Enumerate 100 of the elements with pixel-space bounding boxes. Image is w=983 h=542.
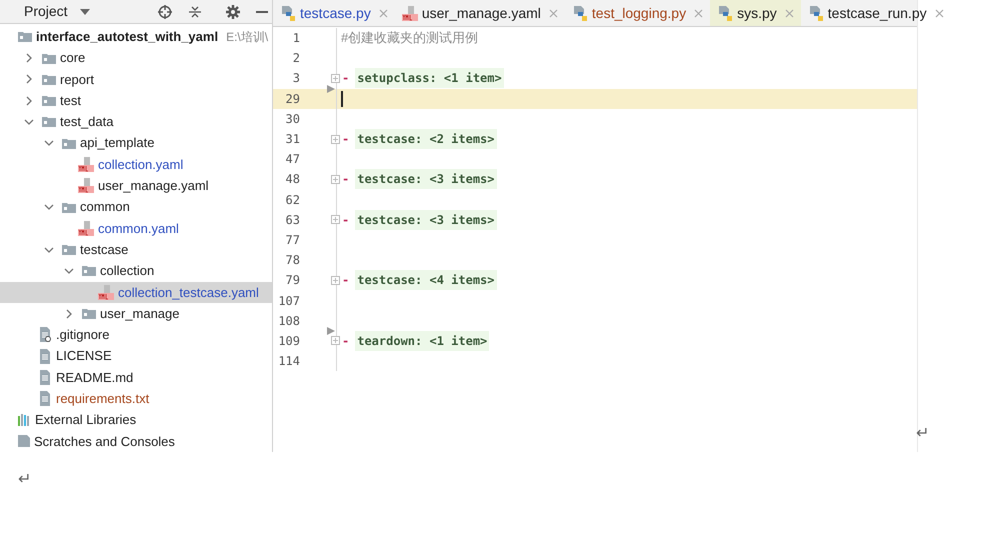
tree-item[interactable]: requirements.txt: [0, 388, 272, 410]
folder-icon: [82, 265, 96, 276]
tree-item[interactable]: LICENSE: [0, 346, 272, 367]
chevron-right-icon: [24, 74, 34, 84]
list-dash: -: [342, 131, 350, 148]
paragraph-mark: ↵: [916, 424, 929, 444]
line-number: 30: [284, 110, 301, 128]
chevron-down-icon: [44, 246, 54, 254]
fold-icon[interactable]: [331, 276, 340, 285]
python-file-icon: [717, 6, 734, 20]
tree-item[interactable]: Scratches and Consoles: [0, 430, 272, 452]
chevron-down-icon: [44, 203, 54, 212]
folder-icon: [18, 31, 32, 42]
yaml-file-icon: [402, 6, 418, 20]
folder-icon: [42, 116, 56, 128]
line-number: 79: [284, 272, 301, 290]
chevron-down-icon: [64, 266, 74, 275]
crosshair-icon[interactable]: [158, 4, 172, 19]
line-number: 47: [284, 151, 301, 168]
close-icon[interactable]: [784, 8, 794, 18]
tree-item[interactable]: report: [0, 68, 272, 90]
folded-code[interactable]: testcase: <2 items>: [355, 129, 497, 150]
close-icon[interactable]: [694, 8, 704, 18]
line-number: 31: [284, 131, 301, 148]
fold-icon[interactable]: [331, 74, 340, 83]
line-number: 109: [277, 332, 301, 350]
yaml-file-icon: [78, 178, 94, 194]
list-dash: -: [342, 212, 350, 229]
line-number: 108: [277, 312, 301, 330]
yaml-file-icon: [98, 284, 114, 300]
scratch-icon: [18, 435, 30, 448]
line-number: 3: [292, 70, 301, 88]
python-file-icon: [808, 6, 824, 20]
tree-item[interactable]: External Libraries: [0, 409, 272, 431]
folder-icon: [62, 202, 76, 213]
chevron-right-icon: [64, 308, 74, 319]
tree-item[interactable]: user_manage.yaml: [0, 175, 272, 196]
folder-icon: [62, 138, 76, 149]
folded-code[interactable]: testcase: <3 items>: [355, 169, 497, 190]
editor-tab[interactable]: testcase_run.py: [800, 0, 951, 26]
paragraph-mark: ↵: [18, 470, 31, 490]
tree-item[interactable]: collection: [0, 260, 272, 282]
python-file-icon: [280, 6, 296, 20]
yaml-file-icon: [78, 156, 94, 172]
list-dash: -: [342, 272, 350, 290]
fold-icon[interactable]: [331, 215, 340, 224]
tree-item[interactable]: collection.yaml: [0, 154, 272, 176]
line-number: 2: [292, 50, 301, 68]
tree-item[interactable]: collection_testcase.yaml: [0, 282, 272, 303]
tree-item[interactable]: common.yaml: [0, 218, 272, 240]
code-comment: #创建收藏夹的测试用例: [341, 29, 478, 48]
tree-item[interactable]: README.md: [0, 366, 272, 388]
tree-item[interactable]: .gitignore: [0, 324, 272, 346]
tree-item[interactable]: common: [0, 196, 272, 218]
tree-item[interactable]: core: [0, 47, 272, 69]
line-number: 78: [284, 252, 301, 270]
folded-code[interactable]: testcase: <4 items>: [355, 270, 497, 290]
tree-item[interactable]: testcase: [0, 239, 272, 260]
settings-icon[interactable]: [226, 4, 240, 19]
dropdown-arrow-icon[interactable]: [80, 8, 90, 15]
text-file-icon: [38, 348, 52, 364]
line-number: 48: [284, 171, 301, 188]
tree-item[interactable]: interface_autotest_with_yaml E:\培训\: [0, 26, 272, 48]
line-number: 29: [284, 90, 301, 108]
line-number: 77: [284, 232, 301, 249]
minimize-icon[interactable]: [256, 10, 268, 13]
tree-item[interactable]: test: [0, 90, 272, 112]
ignored-file-icon: [38, 327, 52, 342]
tree-item[interactable]: api_template: [0, 132, 272, 154]
editor-tab[interactable]: user_manage.yaml: [394, 0, 565, 26]
fold-icon[interactable]: [331, 134, 340, 144]
collapse-all-icon[interactable]: [188, 4, 202, 19]
text-file-icon: [38, 370, 52, 385]
panel-title[interactable]: Project: [24, 1, 68, 22]
editor-tab[interactable]: testcase.py: [273, 0, 395, 26]
editor-tab[interactable]: sys.py: [710, 0, 801, 26]
folded-code[interactable]: teardown: <1 item>: [355, 330, 490, 351]
line-number: 63: [284, 212, 301, 229]
line-number: 114: [277, 353, 301, 370]
folder-icon: [42, 52, 56, 64]
folded-code[interactable]: setupclass: <1 item>: [355, 68, 504, 88]
yaml-file-icon: [78, 220, 94, 236]
folder-icon: [62, 244, 76, 256]
folder-icon: [42, 95, 56, 106]
close-icon[interactable]: [378, 8, 388, 18]
editor-tab[interactable]: test_logging.py: [564, 0, 710, 26]
close-icon[interactable]: [548, 8, 558, 18]
tree-item[interactable]: test_data: [0, 111, 272, 133]
python-file-icon: [572, 6, 588, 20]
tree-item[interactable]: user_manage: [0, 302, 272, 324]
chevron-down-icon: [24, 118, 34, 126]
folded-code[interactable]: testcase: <3 items>: [355, 210, 497, 230]
text-cursor: [341, 90, 343, 107]
fold-icon[interactable]: [331, 336, 340, 346]
fold-icon[interactable]: [331, 174, 340, 184]
chevron-right-icon: [24, 53, 34, 63]
line-number: 62: [284, 192, 301, 209]
line-number: 107: [277, 292, 301, 310]
close-icon[interactable]: [934, 8, 944, 18]
chevron-right-icon: [24, 96, 34, 106]
